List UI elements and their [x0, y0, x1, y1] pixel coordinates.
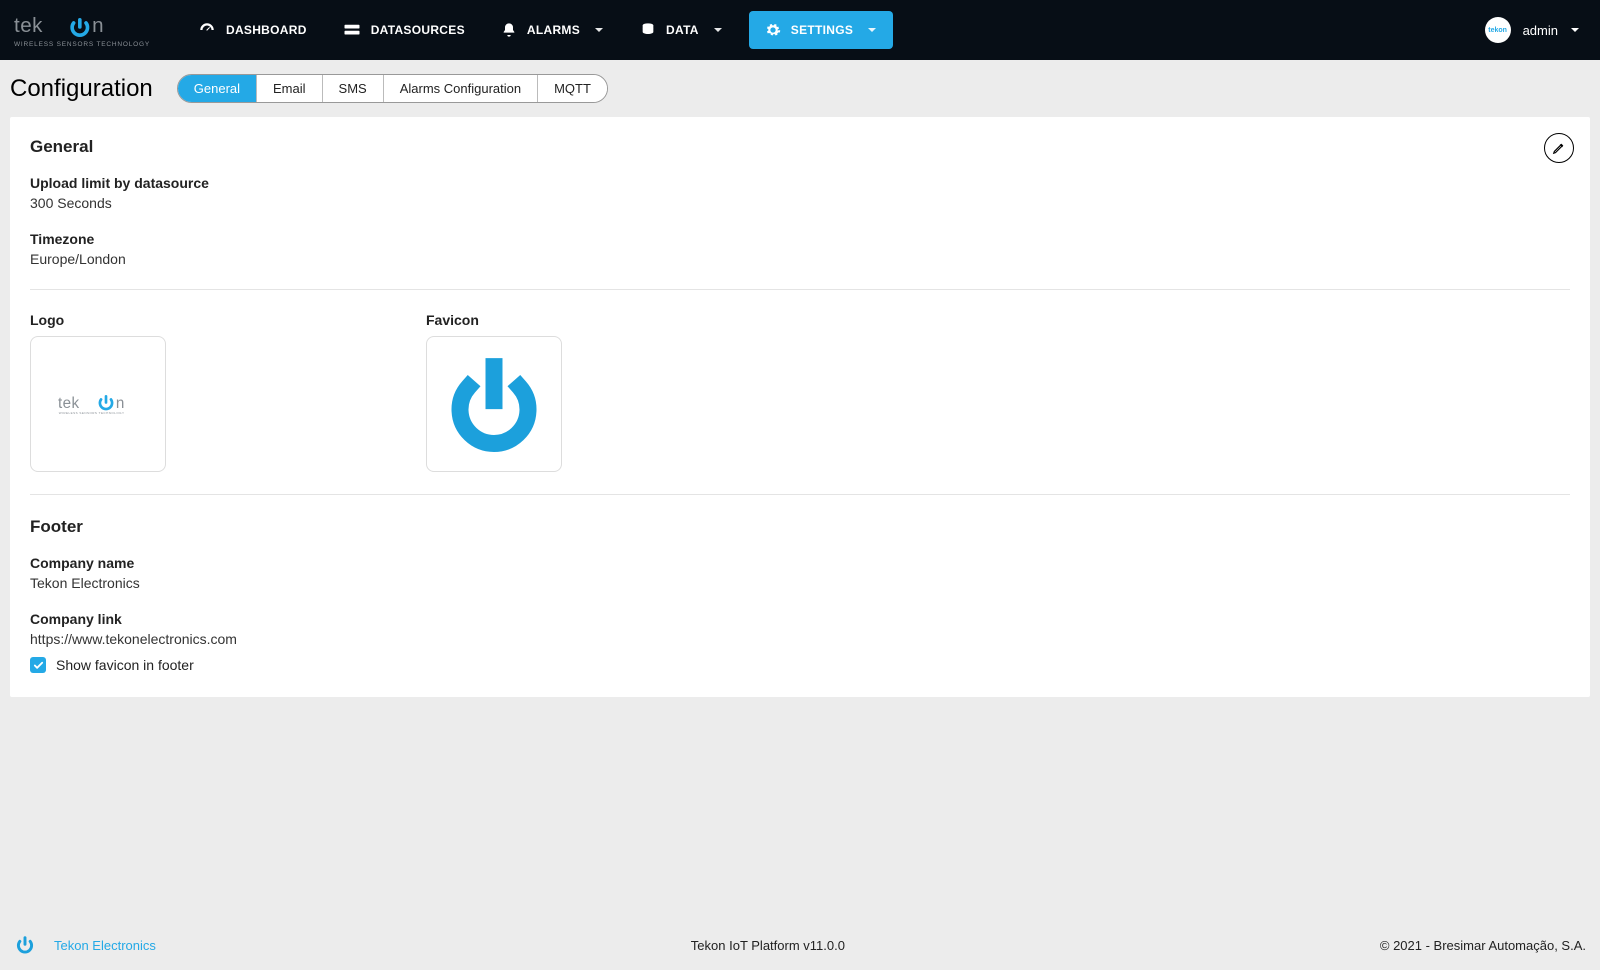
company-name-label: Company name: [30, 555, 1570, 571]
logo-preview: tek n WIRELESS SENSORS TECHNOLOGY: [30, 336, 166, 472]
nav-data[interactable]: DATA: [622, 0, 741, 60]
nav-settings[interactable]: SETTINGS: [749, 11, 893, 49]
pencil-icon: [1552, 141, 1566, 155]
upload-limit-label: Upload limit by datasource: [30, 175, 1570, 191]
nav-settings-label: SETTINGS: [791, 23, 853, 37]
upload-limit-value: 300 Seconds: [30, 195, 1570, 211]
show-favicon-label: Show favicon in footer: [56, 657, 194, 673]
svg-text:WIRELESS SENSORS TECHNOLOGY: WIRELESS SENSORS TECHNOLOGY: [59, 411, 125, 415]
footer-version: Tekon IoT Platform v11.0.0: [156, 938, 1380, 953]
chevron-down-icon: [594, 25, 604, 35]
footer-bar: Tekon Electronics Tekon IoT Platform v11…: [0, 920, 1600, 970]
power-icon: [443, 353, 545, 455]
tab-general[interactable]: General: [178, 75, 257, 102]
company-link-label: Company link: [30, 611, 1570, 627]
chevron-down-icon: [867, 25, 877, 35]
tab-sms[interactable]: SMS: [323, 75, 384, 102]
divider: [30, 494, 1570, 495]
page-title: Configuration: [10, 75, 153, 103]
nav-alarms-label: ALARMS: [527, 23, 580, 37]
favicon-label: Favicon: [426, 312, 562, 328]
timezone-value: Europe/London: [30, 251, 1570, 267]
nav-alarms[interactable]: ALARMS: [483, 0, 622, 60]
datasources-icon: [343, 22, 361, 38]
dashboard-icon: [198, 21, 216, 39]
tekon-logo-icon: tek n: [14, 13, 122, 41]
edit-button[interactable]: [1544, 133, 1574, 163]
company-name-value: Tekon Electronics: [30, 575, 1570, 591]
section-general-heading: General: [30, 137, 1570, 157]
timezone-label: Timezone: [30, 231, 1570, 247]
svg-text:n: n: [116, 395, 125, 412]
brand-logo[interactable]: tek n WIRELESS SENSORS TECHNOLOGY: [10, 13, 160, 48]
footer-company-link[interactable]: Tekon Electronics: [54, 938, 156, 953]
chevron-down-icon: [1570, 25, 1580, 35]
gear-icon: [765, 22, 781, 38]
logo-label: Logo: [30, 312, 166, 328]
nav-dashboard[interactable]: DASHBOARD: [180, 0, 325, 60]
tabs: General Email SMS Alarms Configuration M…: [177, 74, 608, 103]
bell-icon: [501, 21, 517, 39]
avatar: tekon: [1485, 17, 1511, 43]
settings-panel: General Upload limit by datasource 300 S…: [10, 117, 1590, 697]
chevron-down-icon: [713, 25, 723, 35]
favicon-preview: [426, 336, 562, 472]
nav-items: DASHBOARD DATASOURCES ALARMS DATA: [180, 0, 901, 60]
svg-text:tek: tek: [58, 395, 79, 412]
svg-text:tek: tek: [14, 14, 43, 37]
brand-tagline: WIRELESS SENSORS TECHNOLOGY: [14, 41, 150, 48]
tekon-logo-icon: tek n WIRELESS SENSORS TECHNOLOGY: [58, 379, 138, 429]
tab-mqtt[interactable]: MQTT: [538, 75, 607, 102]
section-footer-heading: Footer: [30, 517, 1570, 537]
check-icon: [33, 660, 44, 671]
show-favicon-checkbox[interactable]: [30, 657, 46, 673]
nav-data-label: DATA: [666, 23, 699, 37]
divider: [30, 289, 1570, 290]
nav-datasources[interactable]: DATASOURCES: [325, 0, 483, 60]
tab-alarms-configuration[interactable]: Alarms Configuration: [384, 75, 538, 102]
nav-dashboard-label: DASHBOARD: [226, 23, 307, 37]
svg-text:n: n: [92, 14, 104, 37]
nav-datasources-label: DATASOURCES: [371, 23, 465, 37]
power-icon: [14, 934, 36, 956]
footer-copyright: © 2021 - Bresimar Automação, S.A.: [1380, 938, 1586, 953]
top-nav: tek n WIRELESS SENSORS TECHNOLOGY DASHBO…: [0, 0, 1600, 60]
tab-email[interactable]: Email: [257, 75, 323, 102]
company-link-value: https://www.tekonelectronics.com: [30, 631, 1570, 647]
username-label: admin: [1523, 23, 1558, 38]
show-favicon-checkbox-row: Show favicon in footer: [30, 657, 1570, 673]
user-menu[interactable]: tekon admin: [1485, 17, 1590, 43]
database-icon: [640, 21, 656, 39]
subheader: Configuration General Email SMS Alarms C…: [0, 60, 1600, 109]
